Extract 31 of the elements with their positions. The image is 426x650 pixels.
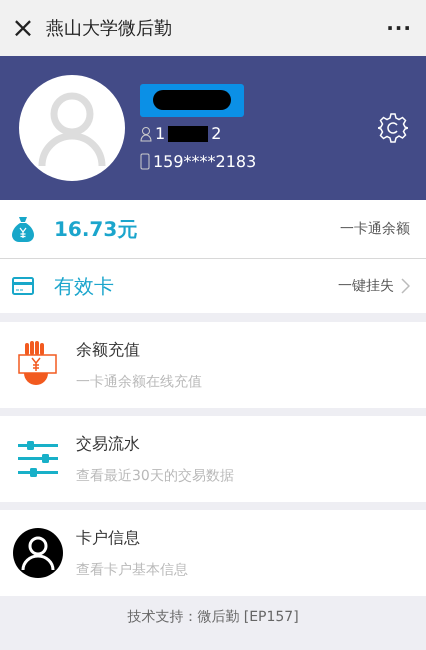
chevron-icon — [400, 278, 410, 294]
card-row[interactable]: 有效卡 一键挂失 — [0, 259, 426, 313]
menu-item[interactable]: 卡户信息 查看卡户基本信息 — [0, 510, 426, 596]
user-id: 1 — [155, 124, 166, 143]
window-title: 燕山大学微后勤 — [46, 17, 173, 40]
menu-item[interactable]: 余额充值 一卡通余额在线充值 — [0, 322, 426, 408]
more-icon[interactable]: ··· — [386, 16, 412, 40]
report-loss-link[interactable]: 一键挂失 — [338, 277, 394, 295]
menu-item[interactable]: 交易流水 查看最近30天的交易数据 — [0, 416, 426, 502]
phone-number: 159****2183 — [153, 152, 256, 171]
user-id: 2 — [211, 124, 222, 143]
menu-title: 卡户信息 — [76, 528, 141, 548]
close-icon[interactable]: × — [8, 14, 38, 42]
user-icon — [13, 526, 63, 580]
card-icon — [12, 277, 34, 295]
money-bag-icon — [12, 216, 34, 242]
balance-amount: 16.73元 — [54, 216, 138, 242]
menu-subtitle: 查看最近30天的交易数据 — [76, 466, 234, 484]
menu-title: 余额充值 — [76, 340, 141, 360]
settings-icon[interactable] — [378, 113, 408, 143]
redaction-mark — [168, 126, 208, 142]
menu-subtitle: 一卡通余额在线充值 — [76, 372, 202, 390]
sliders-icon — [18, 441, 58, 477]
avatar-icon — [18, 74, 126, 182]
card-status: 有效卡 — [54, 272, 115, 300]
footer-text: 技术支持：微后勤 [EP157] — [127, 608, 299, 626]
person-icon — [140, 126, 152, 142]
menu-subtitle: 查看卡户基本信息 — [76, 560, 188, 578]
balance-label: 一卡通余额 — [340, 220, 410, 238]
menu-title: 交易流水 — [76, 434, 141, 454]
phone-icon — [140, 153, 150, 170]
